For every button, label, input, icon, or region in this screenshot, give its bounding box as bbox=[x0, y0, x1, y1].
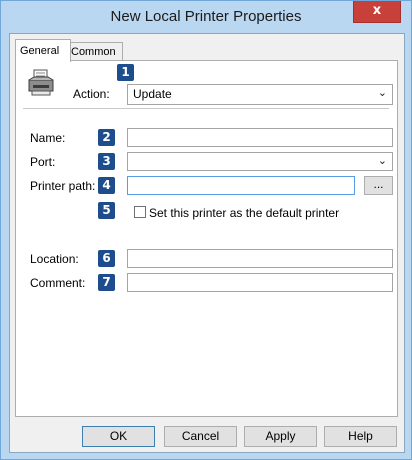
section-divider bbox=[23, 108, 389, 109]
browse-button[interactable]: ... bbox=[364, 176, 393, 195]
printer-icon bbox=[26, 68, 56, 98]
name-field[interactable] bbox=[127, 128, 393, 147]
annotation-badge-2: 2 bbox=[98, 129, 115, 146]
annotation-badge-5: 5 bbox=[98, 202, 115, 219]
location-label: Location: bbox=[30, 252, 79, 266]
chevron-down-icon: ⌄ bbox=[377, 87, 387, 99]
chevron-down-icon: ⌄ bbox=[377, 155, 387, 167]
default-printer-checkbox[interactable] bbox=[134, 206, 146, 218]
dialog-client-area: General Common 1 Action: Update ⌄ Name: … bbox=[9, 33, 405, 453]
comment-field[interactable] bbox=[127, 273, 393, 292]
apply-button[interactable]: Apply bbox=[244, 426, 317, 447]
port-dropdown[interactable]: ⌄ bbox=[127, 152, 393, 171]
tab-general[interactable]: General bbox=[15, 39, 71, 62]
tab-common[interactable]: Common bbox=[66, 42, 123, 61]
general-tab-panel: 1 Action: Update ⌄ Name: 2 Port: 3 ⌄ Pri… bbox=[15, 60, 398, 417]
annotation-badge-4: 4 bbox=[98, 177, 115, 194]
dialog-window: New Local Printer Properties x General C… bbox=[0, 0, 412, 460]
annotation-badge-1: 1 bbox=[117, 64, 134, 81]
help-button[interactable]: Help bbox=[324, 426, 397, 447]
default-printer-label[interactable]: Set this printer as the default printer bbox=[149, 206, 339, 220]
location-field[interactable] bbox=[127, 249, 393, 268]
printer-path-label: Printer path: bbox=[30, 179, 96, 193]
close-button[interactable]: x bbox=[353, 1, 401, 23]
window-title: New Local Printer Properties bbox=[110, 8, 302, 25]
action-dropdown[interactable]: Update ⌄ bbox=[127, 84, 393, 105]
tab-strip: General Common bbox=[10, 34, 404, 62]
port-label: Port: bbox=[30, 155, 56, 169]
action-dropdown-value: Update bbox=[133, 87, 172, 101]
title-bar[interactable]: New Local Printer Properties x bbox=[1, 1, 411, 33]
annotation-badge-3: 3 bbox=[98, 153, 115, 170]
name-label: Name: bbox=[30, 131, 66, 145]
comment-label: Comment: bbox=[30, 276, 86, 290]
annotation-badge-7: 7 bbox=[98, 274, 115, 291]
cancel-button[interactable]: Cancel bbox=[164, 426, 237, 447]
annotation-badge-6: 6 bbox=[98, 250, 115, 267]
printer-path-field[interactable] bbox=[127, 176, 355, 195]
action-label: Action: bbox=[73, 87, 110, 101]
ok-button[interactable]: OK bbox=[82, 426, 155, 447]
